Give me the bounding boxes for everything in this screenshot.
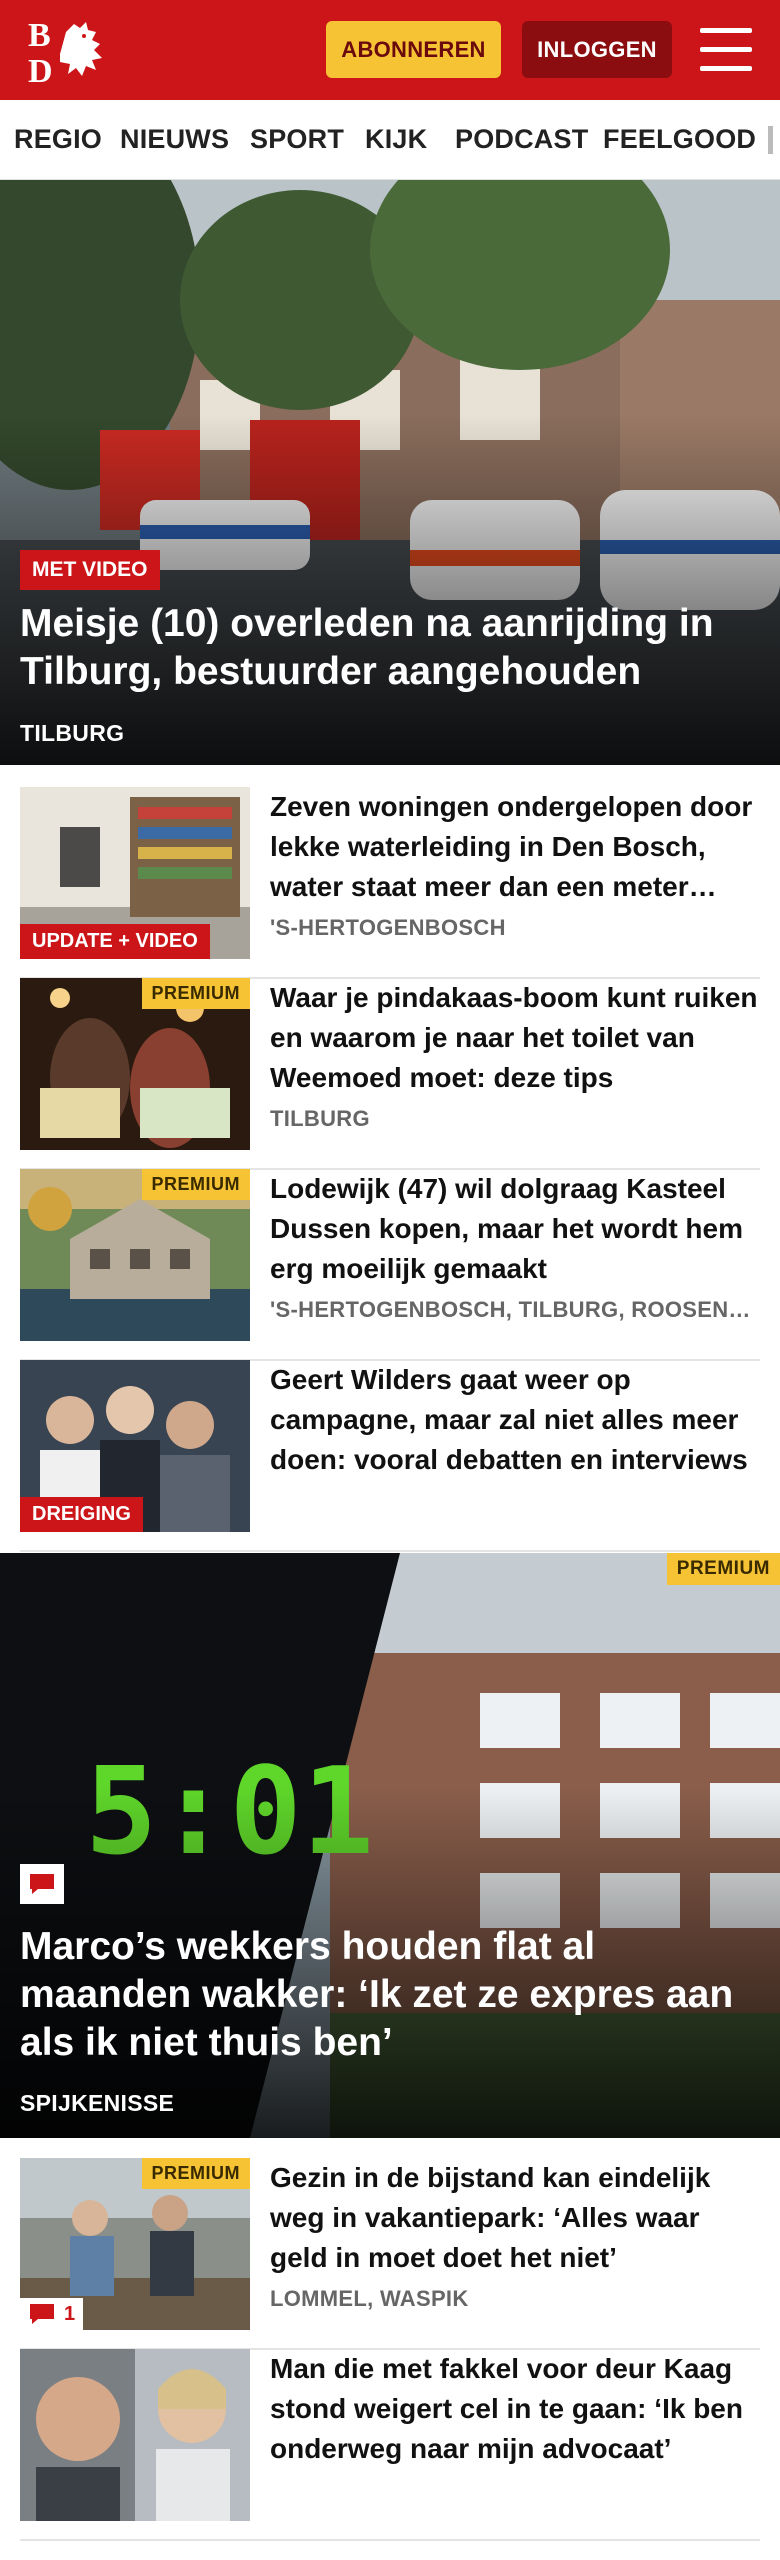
article-title[interactable]: Geert Wilders gaat weer op campagne, maa… bbox=[270, 1360, 760, 1480]
nav-item-sport[interactable]: SPORT bbox=[250, 124, 344, 155]
nav-item-regio[interactable]: REGIO bbox=[14, 124, 102, 155]
premium-badge: PREMIUM bbox=[666, 1553, 780, 1585]
list-item[interactable]: DREIGING Geert Wilders gaat weer op camp… bbox=[20, 1360, 760, 1552]
hero-location: SPIJKENISSE bbox=[20, 2090, 175, 2116]
section-nav: REGIO NIEUWS SPORT KIJK PODCAST FEELGOOD bbox=[0, 100, 780, 180]
nav-item-kijk[interactable]: KIJK bbox=[365, 124, 427, 155]
list-item[interactable]: PREMIUM 1 Gezin in de bijstand kan einde… bbox=[20, 2158, 760, 2350]
article-title[interactable]: Zeven woningen ondergelopen door lekke w… bbox=[270, 787, 760, 907]
comment-count[interactable]: 1 bbox=[20, 2298, 84, 2330]
hero-location: TILBURG bbox=[20, 720, 125, 746]
list-item[interactable]: Man die met fakkel voor deur Kaag stond … bbox=[20, 2349, 760, 2541]
nav-item-podcast[interactable]: PODCAST bbox=[455, 124, 588, 155]
bd-logo[interactable]: B D bbox=[26, 14, 116, 90]
article-thumbnail: PREMIUM bbox=[20, 1169, 250, 1341]
article-location: TILBURG bbox=[270, 1106, 370, 1131]
article-title[interactable]: Waar je pindakaas-boom kunt ruiken en wa… bbox=[270, 978, 760, 1098]
article-thumbnail: PREMIUM bbox=[20, 978, 250, 1150]
nav-overflow-edge bbox=[768, 126, 773, 154]
svg-text:B: B bbox=[28, 17, 51, 54]
hero-video-badge: MET VIDEO bbox=[20, 550, 160, 590]
article-location: 'S-HERTOGENBOSCH, TILBURG, ROOSENDAAL bbox=[270, 1297, 760, 1322]
premium-badge: PREMIUM bbox=[141, 2158, 250, 2189]
site-header: B D ABONNEREN INLOGGEN bbox=[0, 0, 780, 100]
login-button[interactable]: INLOGGEN bbox=[522, 21, 672, 78]
hero-article-2[interactable]: 5:01 PREMIUM Marco’s wekkers houden flat… bbox=[0, 1553, 780, 2138]
article-location: LOMMEL, WASPIK bbox=[270, 2286, 469, 2311]
premium-badge: PREMIUM bbox=[141, 978, 250, 1009]
hamburger-menu-icon[interactable] bbox=[700, 28, 752, 72]
svg-text:D: D bbox=[28, 53, 53, 86]
article-title[interactable]: Lodewijk (47) wil dolgraag Kasteel Dusse… bbox=[270, 1169, 760, 1289]
nav-item-feelgood[interactable]: FEELGOOD bbox=[603, 124, 756, 155]
article-location: 'S-HERTOGENBOSCH bbox=[270, 915, 506, 940]
hero-article-1[interactable]: MET VIDEO Meisje (10) overleden na aanri… bbox=[0, 180, 780, 765]
article-title[interactable]: Gezin in de bijstand kan eindelijk weg i… bbox=[270, 2158, 760, 2278]
comment-icon[interactable] bbox=[20, 1864, 64, 1904]
list-item[interactable]: PREMIUM Waar je pindakaas-boom kunt ruik… bbox=[20, 978, 760, 1170]
list-item[interactable]: PREMIUM Lodewijk (47) wil dolgraag Kaste… bbox=[20, 1169, 760, 1361]
comment-icon bbox=[30, 2304, 54, 2324]
hero-headline[interactable]: Marco’s wekkers houden flat al maanden w… bbox=[20, 1923, 760, 2067]
article-thumbnail: PREMIUM 1 bbox=[20, 2158, 250, 2330]
hero-headline[interactable]: Meisje (10) overleden na aanrijding in T… bbox=[20, 600, 760, 696]
subscribe-button[interactable]: ABONNEREN bbox=[326, 21, 501, 78]
article-title[interactable]: Man die met fakkel voor deur Kaag stond … bbox=[270, 2349, 760, 2469]
premium-badge: PREMIUM bbox=[141, 1169, 250, 1200]
update-video-badge: UPDATE + VIDEO bbox=[20, 924, 210, 959]
article-thumbnail: UPDATE + VIDEO bbox=[20, 787, 250, 959]
article-thumbnail: DREIGING bbox=[20, 1360, 250, 1532]
threat-badge: DREIGING bbox=[20, 1497, 143, 1532]
comment-count-value: 1 bbox=[64, 2302, 76, 2325]
list-item[interactable]: UPDATE + VIDEO Zeven woningen ondergelop… bbox=[20, 787, 760, 979]
nav-item-nieuws[interactable]: NIEUWS bbox=[120, 124, 229, 155]
article-thumbnail bbox=[20, 2349, 250, 2521]
